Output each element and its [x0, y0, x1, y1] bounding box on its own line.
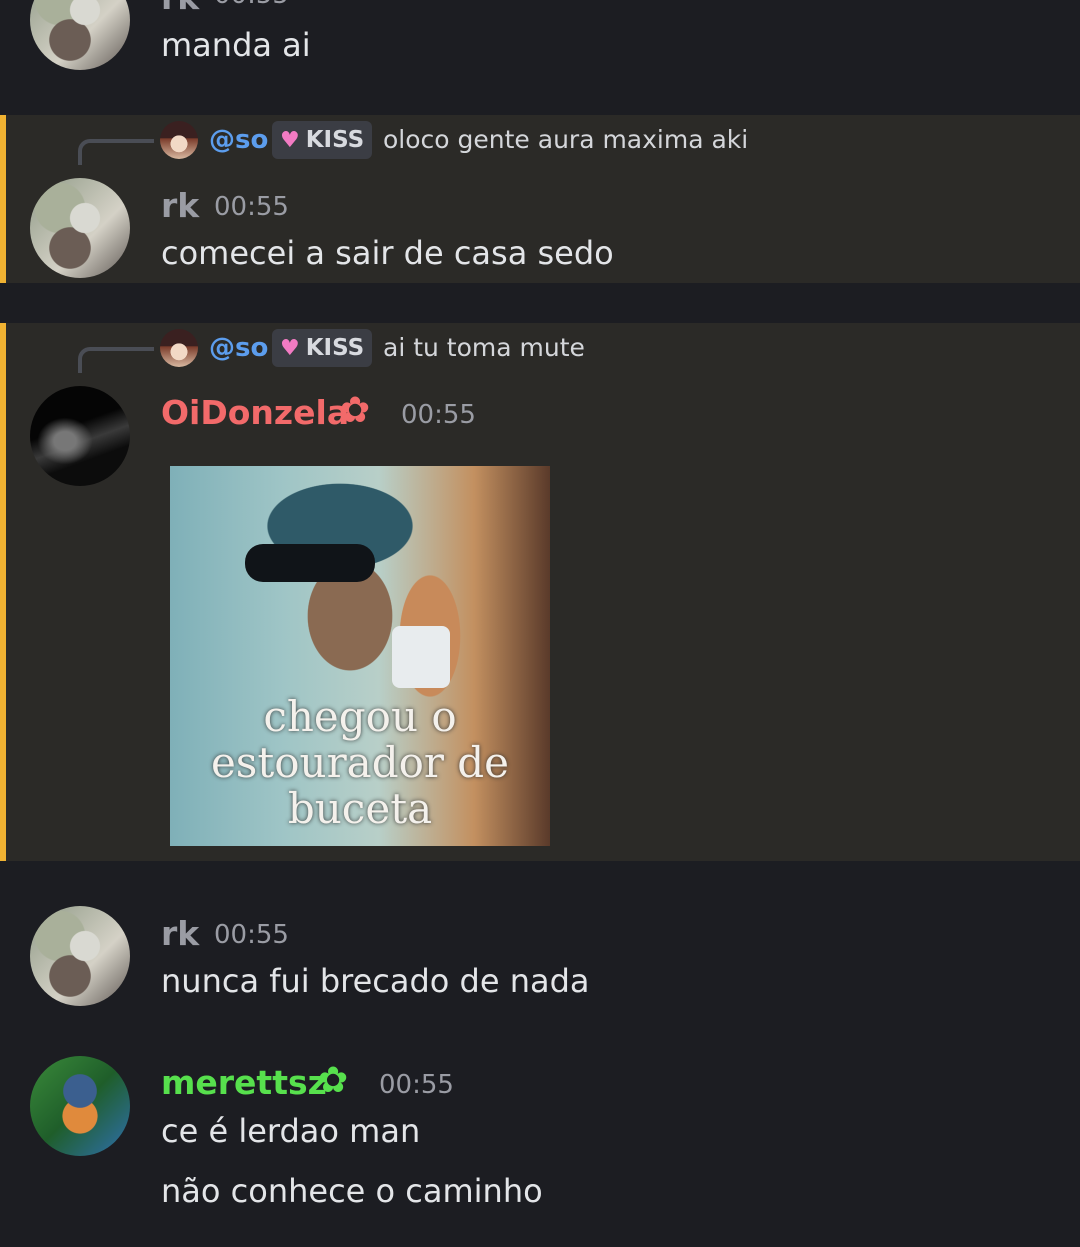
reply-connector — [78, 347, 154, 373]
avatar-oidonzela[interactable] — [30, 386, 130, 486]
highlight-bar — [0, 323, 6, 861]
timestamp: 00:55 — [379, 1070, 454, 1100]
lips-icon: ♥ — [280, 128, 300, 153]
caption-line-3: buceta — [287, 784, 433, 833]
reply-preview-text[interactable]: ai tu toma mute — [383, 333, 585, 362]
reply-preview-text[interactable]: oloco gente aura maxima aki — [383, 125, 748, 154]
timestamp: 00:55 — [214, 920, 289, 950]
reply-connector — [78, 139, 154, 165]
avatar-rk[interactable] — [30, 0, 130, 70]
avatar-rk[interactable] — [30, 178, 130, 278]
guild-tag-label: KISS — [305, 335, 365, 361]
username-rk[interactable]: rk — [161, 186, 199, 225]
reply-avatar[interactable] — [160, 329, 198, 367]
username-rk[interactable]: rk — [161, 0, 199, 17]
caption-line-1: chegou o — [263, 692, 457, 741]
sunglasses-shape — [245, 544, 375, 582]
phone-shape — [392, 626, 450, 688]
timestamp: 00:55 — [214, 0, 289, 10]
reply-avatar[interactable] — [160, 121, 198, 159]
message-text: não conhece o caminho — [161, 1172, 543, 1210]
lips-icon: ♥ — [280, 336, 300, 361]
timestamp: 00:55 — [401, 400, 476, 430]
message-text: ce é lerdao man — [161, 1112, 421, 1150]
message-text: comecei a sair de casa sedo — [161, 234, 614, 272]
reply-mention[interactable]: @so — [209, 333, 268, 363]
username-oidonzela[interactable]: OiDonzela — [161, 393, 349, 432]
flower-badge-icon[interactable]: ✿ — [340, 393, 370, 429]
flower-badge-icon[interactable]: ✿ — [318, 1063, 348, 1099]
guild-tag[interactable]: ♥ KISS — [272, 329, 373, 367]
avatar-merettsz[interactable] — [30, 1056, 130, 1156]
image-caption: chegou o estourador de buceta — [170, 694, 550, 832]
guild-tag-label: KISS — [305, 127, 365, 153]
message-text: manda ai — [161, 26, 311, 64]
meme-image[interactable]: chegou o estourador de buceta — [170, 466, 550, 846]
timestamp: 00:55 — [214, 192, 289, 222]
highlight-bar — [0, 115, 6, 283]
username-rk[interactable]: rk — [161, 914, 199, 953]
reply-mention[interactable]: @so — [209, 125, 268, 155]
username-merettsz[interactable]: merettsz — [161, 1063, 327, 1102]
avatar-rk[interactable] — [30, 906, 130, 1006]
guild-tag[interactable]: ♥ KISS — [272, 121, 373, 159]
caption-line-2: estourador de — [210, 738, 510, 787]
message-text: nunca fui brecado de nada — [161, 962, 590, 1000]
